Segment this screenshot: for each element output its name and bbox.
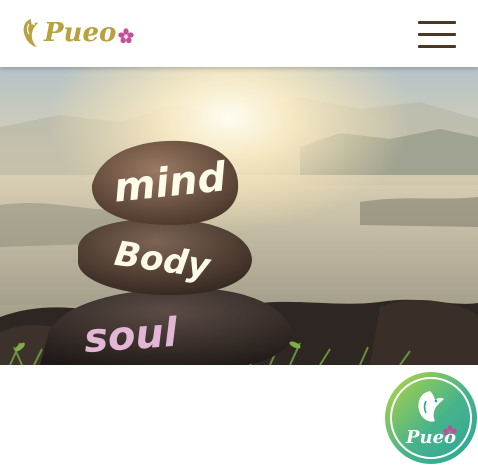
flower-icon bbox=[118, 28, 135, 44]
pueo-floating-badge[interactable]: Pueo bbox=[384, 371, 478, 465]
hamburger-menu-icon[interactable] bbox=[418, 19, 458, 49]
parrot-leaf-icon bbox=[23, 19, 38, 47]
site-header: Pueo bbox=[0, 0, 478, 67]
hero-image: mind Body soul bbox=[0, 67, 478, 365]
menu-bar-top bbox=[418, 21, 456, 24]
hero-word-soul: soul bbox=[82, 310, 180, 362]
logo-link[interactable]: Pueo bbox=[20, 17, 135, 49]
menu-bar-bottom bbox=[418, 45, 456, 48]
badge-brand-text: Pueo bbox=[405, 427, 457, 448]
stacked-stones-sunset-photo: mind Body soul bbox=[0, 67, 478, 365]
menu-bar-middle bbox=[418, 33, 456, 36]
logo-text: Pueo bbox=[44, 18, 117, 48]
parrot-icon bbox=[385, 372, 477, 464]
